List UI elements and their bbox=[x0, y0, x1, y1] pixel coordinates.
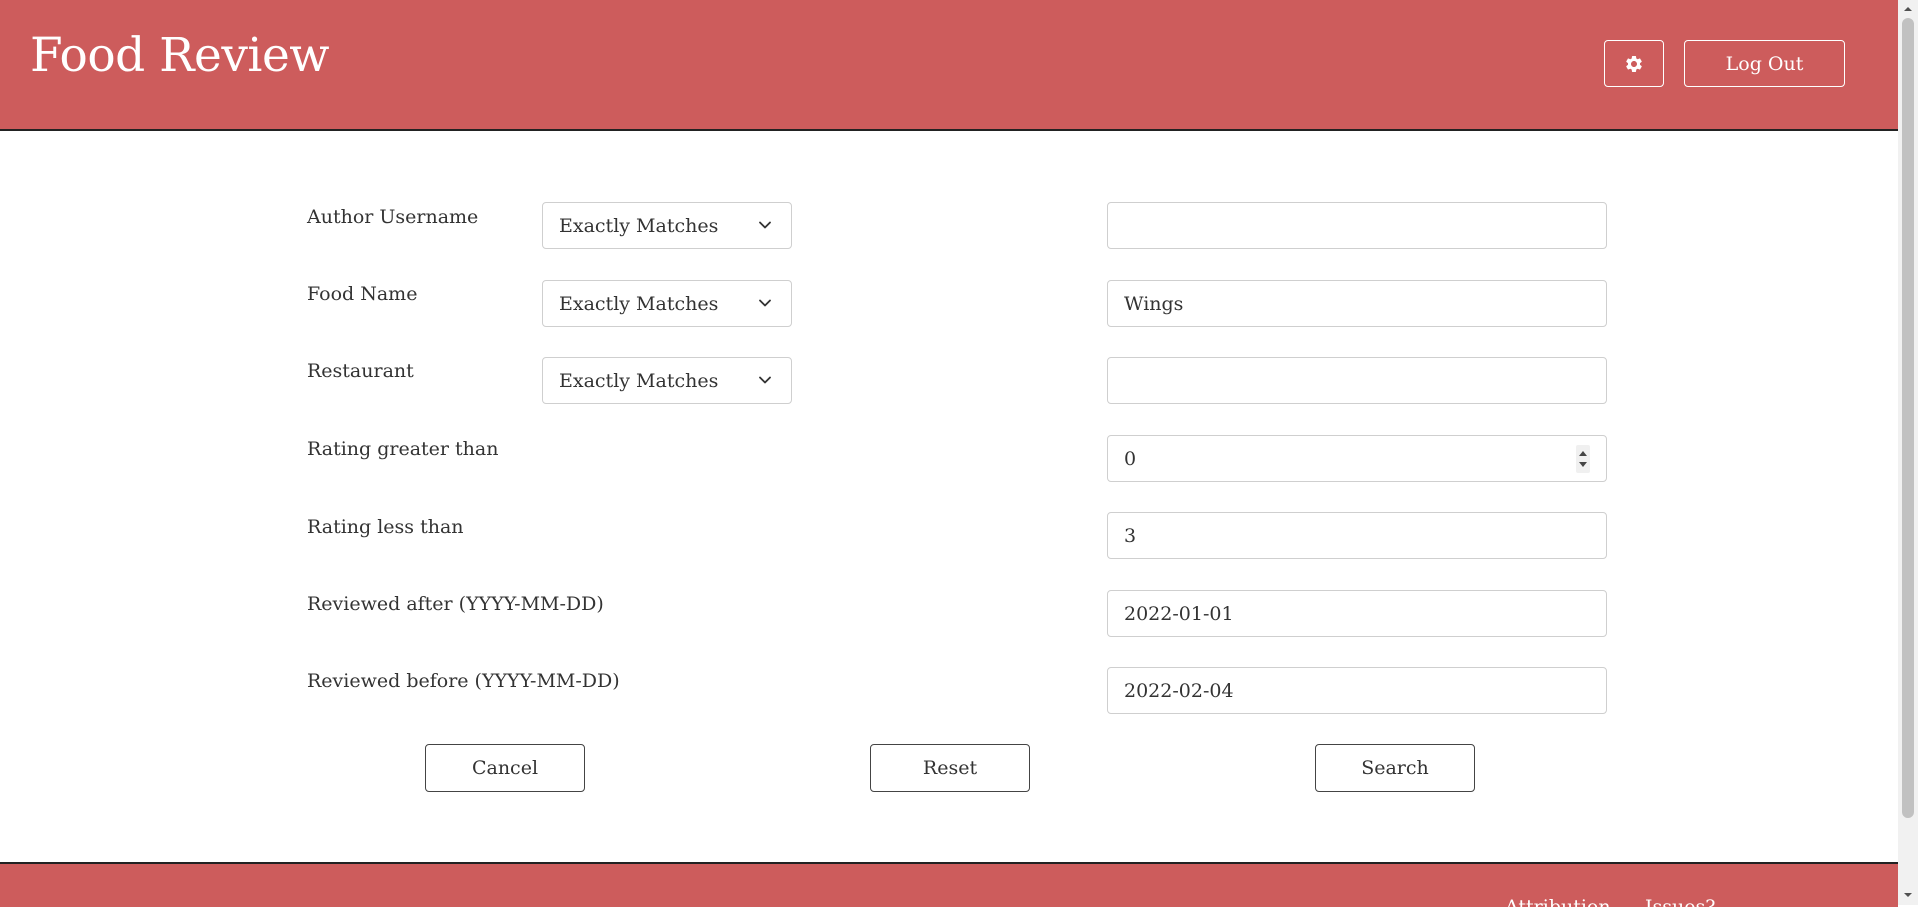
food-name-label: Food Name bbox=[307, 283, 418, 305]
food-name-match-select[interactable]: Exactly Matches bbox=[542, 280, 792, 327]
rating-greater-than-input[interactable]: 0 bbox=[1107, 435, 1607, 482]
footer-link-attribution[interactable]: Attribution bbox=[1505, 896, 1611, 907]
chevron-down-icon bbox=[759, 221, 771, 229]
restaurant-row: Restaurant Exactly Matches bbox=[0, 357, 1898, 405]
author-username-label: Author Username bbox=[307, 206, 479, 228]
reset-button[interactable]: Reset bbox=[870, 744, 1030, 792]
app-header: Food Review Log Out bbox=[0, 0, 1898, 131]
author-username-match-select[interactable]: Exactly Matches bbox=[542, 202, 792, 249]
rating-less-than-label: Rating less than bbox=[307, 516, 464, 538]
restaurant-label: Restaurant bbox=[307, 360, 414, 382]
chevron-down-icon bbox=[759, 376, 771, 384]
rating-less-than-input[interactable]: 3 bbox=[1107, 512, 1607, 559]
search-button[interactable]: Search bbox=[1315, 744, 1475, 792]
reviewed-before-row: Reviewed before (YYYY-MM-DD) 2022-02-04 bbox=[0, 667, 1898, 715]
cancel-button[interactable]: Cancel bbox=[425, 744, 585, 792]
select-value: Exactly Matches bbox=[559, 292, 719, 315]
select-value: Exactly Matches bbox=[559, 369, 719, 392]
scroll-up-arrow-icon[interactable] bbox=[1903, 4, 1913, 14]
gear-icon bbox=[1626, 55, 1642, 72]
rating-greater-than-row: Rating greater than 0 bbox=[0, 435, 1898, 483]
reviewed-after-row: Reviewed after (YYYY-MM-DD) 2022-01-01 bbox=[0, 590, 1898, 638]
settings-button[interactable] bbox=[1604, 40, 1664, 87]
input-value: Wings bbox=[1124, 292, 1184, 315]
scroll-down-arrow-icon[interactable] bbox=[1903, 890, 1913, 900]
app-footer: Attribution Issues? bbox=[0, 862, 1898, 907]
rating-greater-than-label: Rating greater than bbox=[307, 438, 499, 460]
input-value: 3 bbox=[1124, 524, 1137, 547]
input-value: 2022-02-04 bbox=[1124, 679, 1234, 702]
food-name-row: Food Name Exactly Matches Wings bbox=[0, 280, 1898, 328]
reviewed-before-input[interactable]: 2022-02-04 bbox=[1107, 667, 1607, 714]
reviewed-after-input[interactable]: 2022-01-01 bbox=[1107, 590, 1607, 637]
rating-less-than-row: Rating less than 3 bbox=[0, 512, 1898, 560]
author-username-input[interactable] bbox=[1107, 202, 1607, 249]
logout-button[interactable]: Log Out bbox=[1684, 40, 1845, 87]
reviewed-after-label: Reviewed after (YYYY-MM-DD) bbox=[307, 593, 604, 615]
restaurant-input[interactable] bbox=[1107, 357, 1607, 404]
food-name-input[interactable]: Wings bbox=[1107, 280, 1607, 327]
select-value: Exactly Matches bbox=[559, 214, 719, 237]
number-spinner-icon[interactable] bbox=[1576, 445, 1590, 473]
chevron-down-icon bbox=[759, 299, 771, 307]
restaurant-match-select[interactable]: Exactly Matches bbox=[542, 357, 792, 404]
footer-link-issues[interactable]: Issues? bbox=[1645, 896, 1715, 907]
app-title: Food Review bbox=[30, 28, 330, 83]
input-value: 0 bbox=[1124, 447, 1137, 470]
input-value: 2022-01-01 bbox=[1124, 602, 1234, 625]
reviewed-before-label: Reviewed before (YYYY-MM-DD) bbox=[307, 670, 620, 692]
vertical-scrollbar[interactable] bbox=[1898, 0, 1918, 905]
scrollbar-thumb[interactable] bbox=[1902, 18, 1914, 818]
author-username-row: Author Username Exactly Matches bbox=[0, 202, 1898, 250]
